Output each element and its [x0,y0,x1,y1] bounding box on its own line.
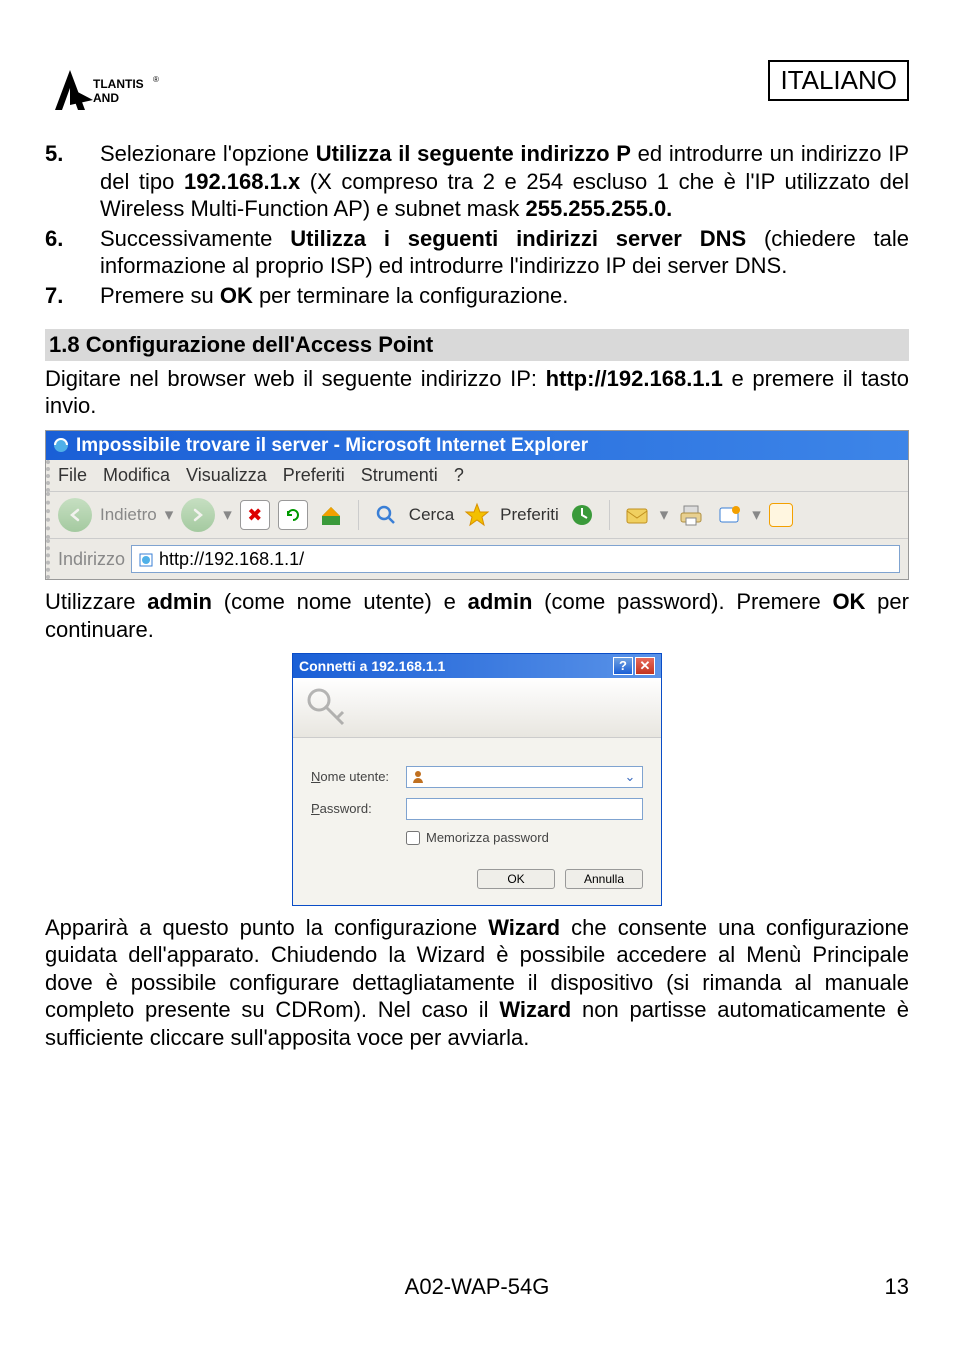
menu-item[interactable]: File [58,465,87,485]
print-icon[interactable] [676,500,706,530]
page-footer: A02-WAP-54G 13 [0,1273,954,1301]
menu-item[interactable]: ? [454,465,464,485]
ie-browser-window: Impossibile trovare il server - Microsof… [45,430,909,581]
login-dialog-wrap: Connetti a 192.168.1.1 ? ✕ Nome utente: … [45,653,909,905]
list-body: Premere su OK per terminare la configura… [100,282,909,310]
steps-list: 5.Selezionare l'opzione Utilizza il segu… [45,140,909,309]
address-bar: Indirizzo http://192.168.1.1/ [46,539,908,580]
login-dialog: Connetti a 192.168.1.1 ? ✕ Nome utente: … [292,653,662,905]
list-body: Successivamente Utilizza i seguenti indi… [100,225,909,280]
username-row: Nome utente: ⌄ [311,766,643,788]
edit-icon[interactable] [714,500,744,530]
forward-button[interactable] [181,498,215,532]
cancel-button[interactable]: Annulla [565,869,643,889]
ok-button[interactable]: OK [477,869,555,889]
edit-dropdown-icon: ▾ [752,504,761,525]
back-label: Indietro [100,504,157,525]
ie-icon [52,436,70,454]
remember-label: Memorizza password [426,830,549,846]
search-icon[interactable] [371,500,401,530]
username-input[interactable]: ⌄ [406,766,643,788]
favorites-icon[interactable] [462,500,492,530]
back-button[interactable] [58,498,92,532]
password-input[interactable] [406,798,643,820]
intro-paragraph-1: Digitare nel browser web il seguente ind… [45,365,909,420]
remember-checkbox[interactable] [406,831,420,845]
chevron-down-icon[interactable]: ⌄ [622,769,638,785]
help-button[interactable]: ? [613,657,633,675]
ie-toolbar: Indietro ▾ ▾ ✖ Cerca Preferiti ▾ [46,492,908,539]
address-field[interactable]: http://192.168.1.1/ [131,545,900,574]
list-number: 7. [45,282,100,310]
stop-button[interactable]: ✖ [240,500,270,530]
list-item: 5.Selezionare l'opzione Utilizza il segu… [45,140,909,223]
back-dropdown-icon: ▾ [165,504,174,525]
remember-row: Memorizza password [406,830,643,846]
mail-icon[interactable] [622,500,652,530]
password-label: Password: [311,801,406,817]
login-button-row: OK Annulla [311,869,643,889]
svg-text:AND: AND [93,91,119,105]
login-body: Nome utente: ⌄ Password: Memorizza passw… [293,738,661,904]
forward-dropdown-icon: ▾ [223,504,232,525]
list-item: 7.Premere su OK per terminare la configu… [45,282,909,310]
list-body: Selezionare l'opzione Utilizza il seguen… [100,140,909,223]
toolbar-separator [358,500,359,530]
menu-item[interactable]: Preferiti [283,465,345,485]
ie-title-bar: Impossibile trovare il server - Microsof… [46,431,908,461]
username-label: Nome utente: [311,769,406,785]
toolbar-separator-2 [609,500,610,530]
login-title-bar: Connetti a 192.168.1.1 ? ✕ [293,654,661,678]
close-button[interactable]: ✕ [635,657,655,675]
list-number: 5. [45,140,100,223]
menu-item[interactable]: Modifica [103,465,170,485]
login-header-graphic [293,678,661,738]
language-indicator: ITALIANO [768,60,909,101]
search-label: Cerca [409,504,454,525]
user-icon [411,770,425,784]
footer-page-number: 13 [885,1273,909,1301]
extra-button[interactable] [769,503,793,527]
ie-menu-bar: File Modifica Visualizza Preferiti Strumenti… [46,460,908,492]
menu-item[interactable]: Strumenti [361,465,438,485]
svg-text:®: ® [153,75,159,84]
address-label: Indirizzo [58,548,125,571]
refresh-button[interactable] [278,500,308,530]
ie-window-title: Impossibile trovare il server - Microsof… [76,434,588,458]
atlantis-logo: TLANTIS ® AND [45,60,165,120]
intro-paragraph-3: Apparirà a questo punto la configurazion… [45,914,909,1052]
list-item: 6.Successivamente Utilizza i seguenti in… [45,225,909,280]
list-number: 6. [45,225,100,280]
home-button[interactable] [316,500,346,530]
address-value: http://192.168.1.1/ [159,549,304,569]
intro-paragraph-2: Utilizzare admin (come nome utente) e ad… [45,588,909,643]
history-icon[interactable] [567,500,597,530]
svg-text:TLANTIS: TLANTIS [93,77,144,91]
password-row: Password: [311,798,643,820]
page-header: TLANTIS ® AND ITALIANO [45,60,909,120]
footer-model: A02-WAP-54G [405,1274,550,1299]
section-heading: 1.8 Configurazione dell'Access Point [45,329,909,361]
favorites-label: Preferiti [500,504,559,525]
login-title-text: Connetti a 192.168.1.1 [299,658,445,676]
menu-item[interactable]: Visualizza [186,465,267,485]
mail-dropdown-icon: ▾ [660,504,669,525]
